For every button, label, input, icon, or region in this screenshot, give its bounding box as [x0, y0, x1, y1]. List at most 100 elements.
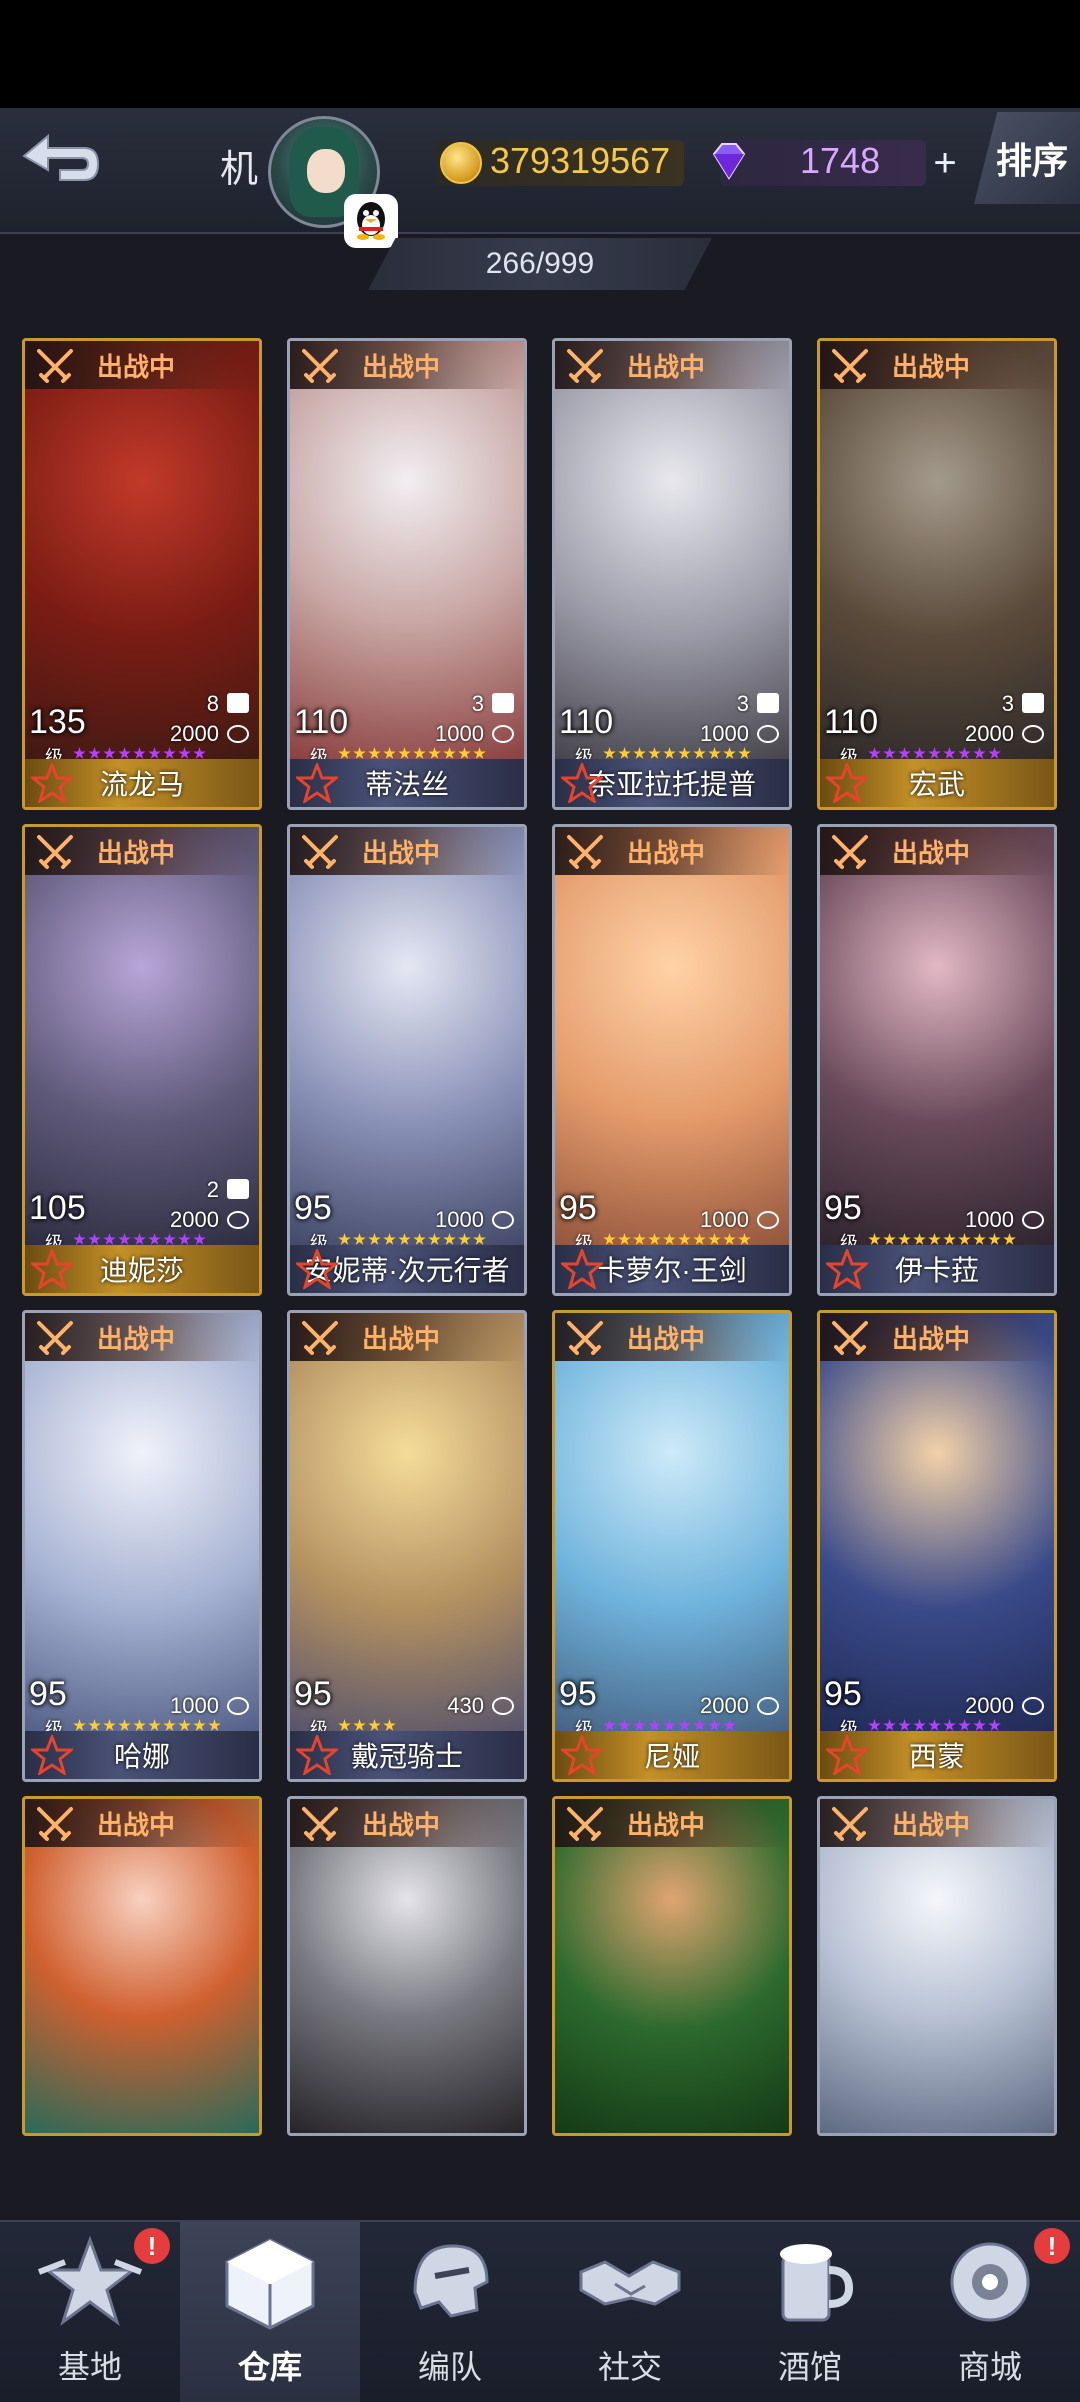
deployed-status: 出战中 [362, 351, 441, 382]
unit-card[interactable]: 出战中 110 级 1000 3 蒂法丝 [287, 338, 527, 810]
crossed-swords-icon [832, 835, 868, 869]
warehouse-cube-icon [225, 2238, 315, 2330]
unit-card[interactable]: 出战中 105 级 2000 2 迪妮莎 [22, 824, 262, 1296]
unit-name-bar: 尼娅 [555, 1731, 789, 1779]
rarity-star-icon [561, 1249, 603, 1289]
qq-icon[interactable] [344, 194, 398, 248]
unit-name-bar: 宏武 [820, 759, 1054, 807]
unit-name-bar: 安妮蒂·次元行者 [290, 1245, 524, 1293]
deployed-status: 出战中 [362, 837, 441, 868]
power-icon [1022, 725, 1044, 743]
unit-name-bar: 蒂法丝 [290, 759, 524, 807]
unit-power: 1000 [965, 1207, 1014, 1232]
unit-power: 1000 [700, 1207, 749, 1232]
nav-label: 编队 [417, 2349, 482, 2385]
power-icon [492, 1697, 514, 1715]
deployed-status: 出战中 [627, 1323, 706, 1354]
unit-power: 1000 [435, 721, 484, 746]
deployed-status: 出战中 [362, 1809, 441, 1840]
unit-rank: 2 [206, 1177, 219, 1202]
power-icon [492, 1211, 514, 1229]
alert-badge: ! [134, 2228, 170, 2264]
deployed-tag: 出战中 [25, 1799, 259, 1847]
rarity-star-icon [826, 1735, 868, 1775]
unit-name: 哈娜 [113, 1741, 170, 1772]
unit-card[interactable]: 出战中 95 级 1000 安妮蒂·次元行者 [287, 824, 527, 1296]
unit-portrait [25, 1799, 259, 2133]
deployed-status: 出战中 [627, 1809, 706, 1840]
deployed-tag: 出战中 [555, 341, 789, 389]
unit-card[interactable]: 出战中 [287, 1796, 527, 2136]
unit-card[interactable]: 出战中 135 级 2000 8 流龙马 [22, 338, 262, 810]
unit-card[interactable]: 出战中 [22, 1796, 262, 2136]
deployed-tag: 出战中 [290, 341, 524, 389]
rarity-star-icon [31, 763, 73, 803]
nav-warehouse[interactable]: 仓库 [180, 2222, 360, 2402]
crossed-swords-icon [37, 349, 73, 383]
unit-name: 流龙马 [99, 769, 184, 800]
deployed-status: 出战中 [892, 837, 971, 868]
crown-icon [757, 693, 779, 713]
crossed-swords-icon [567, 349, 603, 383]
nav-tavern[interactable]: 酒馆 [720, 2222, 900, 2402]
power-icon [227, 1211, 249, 1229]
deployed-tag: 出战中 [290, 1799, 524, 1847]
crossed-swords-icon [37, 1807, 73, 1841]
deployed-tag: 出战中 [290, 1313, 524, 1361]
unit-name: 西蒙 [908, 1741, 965, 1772]
unit-card[interactable]: 出战中 95 级 1000 卡萝尔·王剑 [552, 824, 792, 1296]
unit-rank: 8 [206, 691, 219, 716]
deployed-status: 出战中 [627, 351, 706, 382]
unit-card[interactable]: 出战中 110 级 1000 3 奈亚拉托提普 [552, 338, 792, 810]
avatar-face-shape [307, 149, 345, 193]
unit-card[interactable]: 出战中 95 级 2000 西蒙 [817, 1310, 1057, 1782]
unit-name-bar: 西蒙 [820, 1731, 1054, 1779]
rarity-star-icon [31, 1735, 73, 1775]
alert-badge: ! [1034, 2228, 1070, 2264]
player-name: 机 [220, 149, 261, 191]
unit-name-bar: 流龙马 [25, 759, 259, 807]
nav-shop[interactable]: 商城! [900, 2222, 1080, 2402]
power-icon [227, 725, 249, 743]
unit-card[interactable]: 出战中 95 级 1000 哈娜 [22, 1310, 262, 1782]
back-button[interactable] [14, 126, 102, 202]
add-gems-button[interactable]: + [916, 140, 974, 186]
power-icon [757, 1211, 779, 1229]
power-icon [1022, 1697, 1044, 1715]
unit-power: 2000 [965, 721, 1014, 746]
unit-card[interactable]: 出战中 95 级 2000 尼娅 [552, 1310, 792, 1782]
unit-card[interactable]: 出战中 110 级 2000 3 宏武 [817, 338, 1057, 810]
capacity-count: 266/999 [485, 247, 595, 280]
unit-level: 95 [824, 1189, 862, 1227]
unit-card[interactable]: 出战中 95 级 1000 伊卡菈 [817, 824, 1057, 1296]
deployed-tag: 出战中 [820, 1799, 1054, 1847]
nav-social[interactable]: 社交 [540, 2222, 720, 2402]
deployed-tag: 出战中 [820, 341, 1054, 389]
deployed-status: 出战中 [892, 351, 971, 382]
unit-name: 蒂法丝 [364, 769, 449, 800]
unit-card[interactable]: 出战中 95 级 430 戴冠骑士 [287, 1310, 527, 1782]
unit-level: 95 [559, 1189, 597, 1227]
unit-name: 奈亚拉托提普 [587, 769, 756, 800]
unit-level: 95 [29, 1675, 67, 1713]
unit-power: 2000 [170, 721, 219, 746]
crossed-swords-icon [302, 1321, 338, 1355]
gold-amount: 379319567 [490, 140, 671, 181]
unit-name-bar: 迪妮莎 [25, 1245, 259, 1293]
deployed-tag: 出战中 [25, 827, 259, 875]
unit-name: 戴冠骑士 [350, 1741, 463, 1772]
deployed-tag: 出战中 [820, 1313, 1054, 1361]
crossed-swords-icon [302, 835, 338, 869]
unit-power: 1000 [700, 721, 749, 746]
unit-name: 迪妮莎 [99, 1255, 184, 1286]
nav-formation[interactable]: 编队 [360, 2222, 540, 2402]
unit-portrait [555, 1799, 789, 2133]
deployed-tag: 出战中 [820, 827, 1054, 875]
nav-base[interactable]: 基地! [0, 2222, 180, 2402]
crown-icon [492, 693, 514, 713]
unit-card[interactable]: 出战中 [817, 1796, 1057, 2136]
rarity-star-icon [296, 763, 338, 803]
unit-card[interactable]: 出战中 [552, 1796, 792, 2136]
unit-level: 110 [824, 703, 879, 741]
crossed-swords-icon [832, 349, 868, 383]
